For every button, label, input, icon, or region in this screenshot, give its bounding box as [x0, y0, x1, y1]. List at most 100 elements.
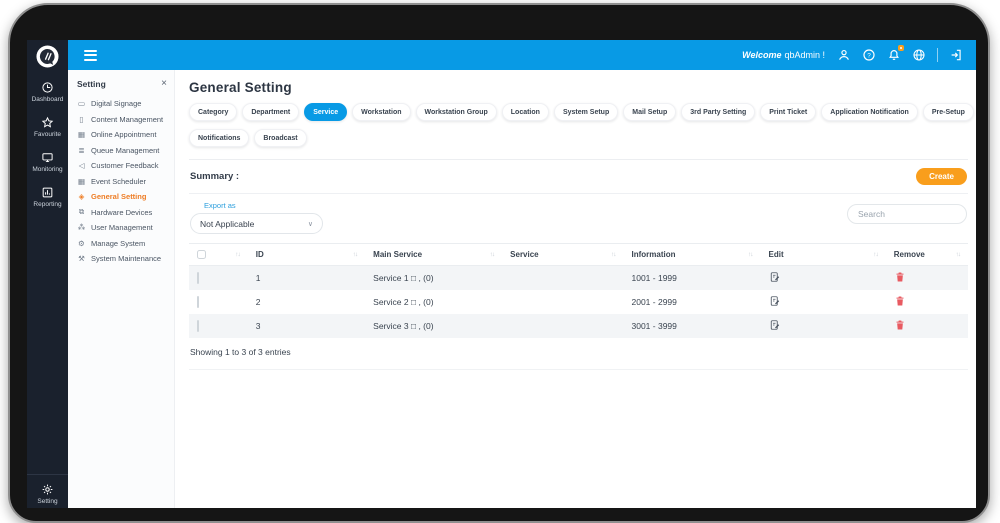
help-icon[interactable]: ? [862, 48, 876, 62]
tab-system-setup[interactable]: System Setup [554, 103, 618, 121]
column-header-remove: Remove [894, 250, 925, 259]
sort-icon[interactable]: ↑↓ [353, 251, 358, 258]
secondary-sidebar: Setting × ▭Digital Signage ▯Content Mana… [68, 70, 175, 508]
tab-department[interactable]: Department [242, 103, 299, 121]
tab-application-notification[interactable]: Application Notification [821, 103, 918, 121]
create-button[interactable]: Create [916, 168, 967, 185]
topbar-icons: ? [837, 48, 963, 62]
menu-item-manage-system[interactable]: ⚙Manage System [77, 236, 167, 252]
menu-item-user-management[interactable]: ⁂User Management [77, 220, 167, 236]
calendar-icon: ▦ [77, 177, 86, 186]
cell-id: 3 [248, 314, 365, 338]
queue-icon: ≣ [77, 146, 86, 155]
secondary-sidebar-title: Setting [77, 79, 106, 89]
tab-category[interactable]: Category [189, 103, 237, 121]
table-head: ↑↓ ID↑↓ Main Service↑↓ Service↑↓ Informa… [189, 244, 968, 266]
page-title: General Setting [189, 80, 968, 95]
search-input[interactable] [858, 209, 956, 219]
monitor-icon [41, 151, 54, 164]
language-globe-icon[interactable] [912, 48, 926, 62]
sidebar-item-dashboard[interactable]: Dashboard [32, 81, 64, 103]
hamburger-menu-icon[interactable] [84, 50, 97, 61]
cell-information: 2001 - 2999 [624, 290, 761, 314]
row-checkbox[interactable] [197, 272, 199, 284]
dashboard-icon [41, 81, 54, 94]
column-header-information: Information [632, 250, 676, 259]
tab-workstation[interactable]: Workstation [352, 103, 410, 121]
menu-item-queue-management[interactable]: ≣Queue Management [77, 143, 167, 159]
edit-button[interactable] [769, 271, 781, 283]
sidebar-item-label: Favourite [34, 131, 61, 138]
bar-chart-icon [41, 186, 54, 199]
edit-button[interactable] [769, 295, 781, 307]
tools-icon: ⚒ [77, 254, 86, 263]
tab-notifications[interactable]: Notifications [189, 129, 249, 147]
monitor-icon: ▭ [77, 99, 86, 108]
remove-button[interactable] [894, 319, 906, 331]
menu-item-general-setting[interactable]: ◈General Setting [77, 189, 167, 205]
menu-item-online-appointment[interactable]: ▦Online Appointment [77, 127, 167, 143]
sidebar-item-monitoring[interactable]: Monitoring [32, 151, 62, 173]
trash-icon [894, 295, 906, 307]
cell-id: 2 [248, 290, 365, 314]
sidebar-item-setting[interactable]: Setting [27, 474, 68, 508]
sort-icon[interactable]: ↑↓ [956, 251, 961, 258]
sidebar-item-label: Dashboard [32, 96, 64, 103]
tab-location[interactable]: Location [502, 103, 549, 121]
table-row: 2 Service 2 □ , (0) 2001 - 2999 [189, 290, 968, 314]
main-content: General Setting Category Department Serv… [175, 70, 976, 508]
tab-pre-setup[interactable]: Pre-Setup [923, 103, 974, 121]
summary-card: Summary : Create Export as Not Applicabl… [189, 159, 968, 370]
edit-icon [769, 319, 781, 331]
menu-item-digital-signage[interactable]: ▭Digital Signage [77, 96, 167, 112]
brand-logo-icon [36, 45, 59, 68]
menu-item-content-management[interactable]: ▯Content Management [77, 112, 167, 128]
export-format-select[interactable]: Not Applicable ∨ [190, 213, 323, 234]
menu-item-event-scheduler[interactable]: ▦Event Scheduler [77, 174, 167, 190]
sidebar-item-label: Setting [37, 498, 57, 505]
tab-broadcast[interactable]: Broadcast [254, 129, 306, 147]
column-header-edit: Edit [769, 250, 784, 259]
close-icon[interactable]: × [161, 79, 167, 89]
cell-service [502, 314, 623, 338]
column-header-service: Service [510, 250, 538, 259]
gear-icon [41, 483, 54, 496]
cell-main-service: Service 2 □ , (0) [365, 290, 502, 314]
sort-icon[interactable]: ↑↓ [873, 251, 878, 258]
select-all-checkbox[interactable] [197, 250, 206, 259]
star-icon [41, 116, 54, 129]
sort-icon[interactable]: ↑↓ [748, 251, 753, 258]
tab-service[interactable]: Service [304, 103, 347, 121]
edit-icon [769, 295, 781, 307]
cell-service [502, 290, 623, 314]
remove-button[interactable] [894, 271, 906, 283]
trash-icon [894, 271, 906, 283]
remove-button[interactable] [894, 295, 906, 307]
tab-mail-setup[interactable]: Mail Setup [623, 103, 676, 121]
menu-item-system-maintenance[interactable]: ⚒System Maintenance [77, 251, 167, 267]
row-checkbox[interactable] [197, 296, 199, 308]
welcome-text: WelcomeqbAdmin ! [742, 50, 825, 60]
row-checkbox[interactable] [197, 320, 199, 332]
notifications-bell-icon[interactable] [887, 48, 901, 62]
sidebar-item-favourite[interactable]: Favourite [34, 116, 61, 138]
sort-icon[interactable]: ↑↓ [490, 251, 495, 258]
menu-item-hardware-devices[interactable]: ⧉Hardware Devices [77, 205, 167, 221]
table-body: 1 Service 1 □ , (0) 1001 - 1999 2 Servic… [189, 266, 968, 339]
sort-icon[interactable]: ↑↓ [235, 251, 240, 258]
edit-button[interactable] [769, 319, 781, 331]
tab-3rd-party-setting[interactable]: 3rd Party Setting [681, 103, 755, 121]
sidebar-item-label: Monitoring [32, 166, 62, 173]
logout-icon[interactable] [949, 48, 963, 62]
tab-workstation-group[interactable]: Workstation Group [416, 103, 497, 121]
sidebar-item-reporting[interactable]: Reporting [33, 186, 61, 208]
gear-icon: ⚙ [77, 239, 86, 248]
tab-print-ticket[interactable]: Print Ticket [760, 103, 816, 121]
user-icon[interactable] [837, 48, 851, 62]
top-bar: WelcomeqbAdmin ! ? [68, 40, 976, 70]
trash-icon [894, 319, 906, 331]
sort-icon[interactable]: ↑↓ [611, 251, 616, 258]
menu-item-customer-feedback[interactable]: ◁Customer Feedback [77, 158, 167, 174]
users-icon: ⁂ [77, 223, 86, 232]
secondary-sidebar-list: ▭Digital Signage ▯Content Management ▦On… [77, 96, 167, 267]
